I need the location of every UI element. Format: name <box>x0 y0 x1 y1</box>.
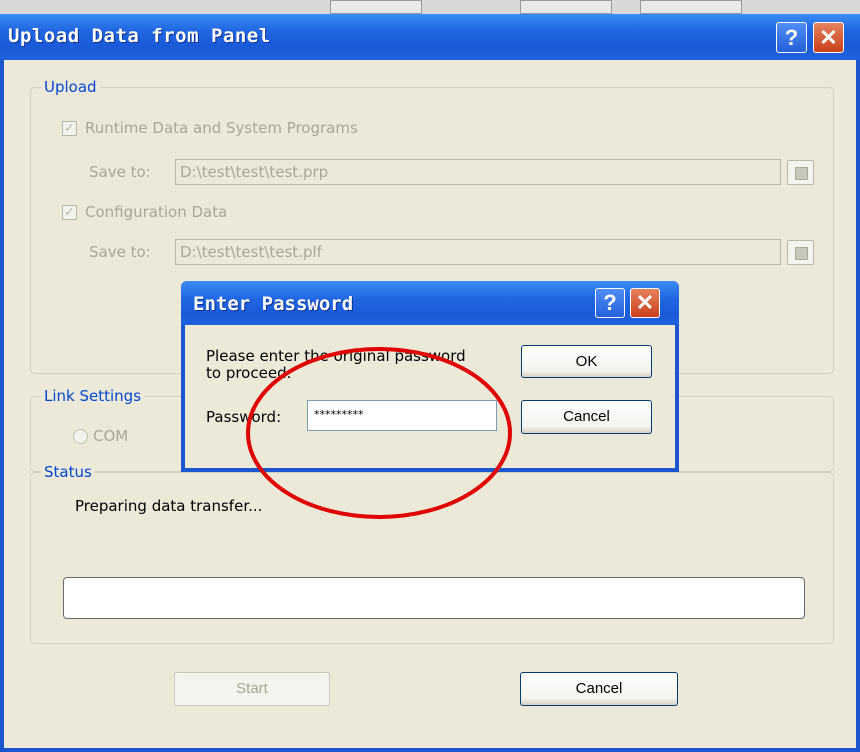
enter-password-dialog: Enter Password ? ✕ Please enter the orig… <box>181 281 679 472</box>
help-button[interactable]: ? <box>776 22 807 53</box>
background-app-strip <box>0 0 860 14</box>
prompt-line-1: Please enter the original password <box>206 347 466 365</box>
config-browse-button[interactable] <box>787 240 814 265</box>
checkmark-icon: ✓ <box>64 121 75 136</box>
dialog-cancel-label: Cancel <box>563 408 610 425</box>
password-label: Password: <box>206 408 282 426</box>
ok-button-label: OK <box>575 353 598 370</box>
window-titlebar[interactable]: Upload Data from Panel ? ✕ <box>0 14 860 60</box>
cancel-button[interactable]: Cancel <box>520 672 678 706</box>
config-save-path-field[interactable]: D:\test\test\test.plf <box>175 239 781 265</box>
checkmark-icon: ✓ <box>64 205 75 220</box>
background-segment <box>330 0 422 14</box>
password-prompt: Please enter the original password to pr… <box>206 348 526 382</box>
status-message: Preparing data transfer... <box>75 497 263 515</box>
configuration-data-checkbox[interactable]: ✓ <box>62 205 77 220</box>
background-segment <box>640 0 742 14</box>
start-button-label: Start <box>236 680 268 697</box>
link-settings-label: Link Settings <box>41 387 145 405</box>
dialog-titlebar[interactable]: Enter Password ? ✕ <box>181 281 679 325</box>
close-icon: ✕ <box>635 290 655 315</box>
runtime-data-label: Runtime Data and System Programs <box>85 119 358 137</box>
browse-icon <box>795 247 808 260</box>
com-label: COM <box>93 427 129 445</box>
dialog-help-button[interactable]: ? <box>595 288 625 318</box>
browse-icon <box>795 167 808 180</box>
runtime-browse-button[interactable] <box>787 160 814 185</box>
prompt-line-2: to proceed. <box>206 364 292 382</box>
dialog-client-area: Please enter the original password to pr… <box>185 325 675 468</box>
password-input[interactable]: ********* <box>307 400 497 431</box>
transfer-progress-bar <box>63 577 805 619</box>
close-icon: ✕ <box>819 25 838 50</box>
configuration-data-label: Configuration Data <box>85 203 228 221</box>
dialog-ok-button[interactable]: OK <box>521 345 652 378</box>
dialog-cancel-button[interactable]: Cancel <box>521 400 652 434</box>
background-segment <box>520 0 612 14</box>
help-icon: ? <box>603 290 617 315</box>
status-group-label: Status <box>41 463 95 481</box>
dialog-title: Enter Password <box>193 293 354 315</box>
window-title: Upload Data from Panel <box>8 25 271 47</box>
start-button[interactable]: Start <box>174 672 330 706</box>
upload-group-label: Upload <box>41 78 100 96</box>
runtime-save-to-label: Save to: <box>89 163 151 181</box>
cancel-button-label: Cancel <box>575 680 623 697</box>
close-button[interactable]: ✕ <box>813 22 844 53</box>
runtime-data-checkbox[interactable]: ✓ <box>62 121 77 136</box>
config-save-to-label: Save to: <box>89 243 151 261</box>
help-icon: ? <box>784 25 799 50</box>
dialog-close-button[interactable]: ✕ <box>630 288 660 318</box>
com-radio[interactable] <box>73 429 88 444</box>
runtime-save-path-field[interactable]: D:\test\test\test.prp <box>175 159 781 185</box>
